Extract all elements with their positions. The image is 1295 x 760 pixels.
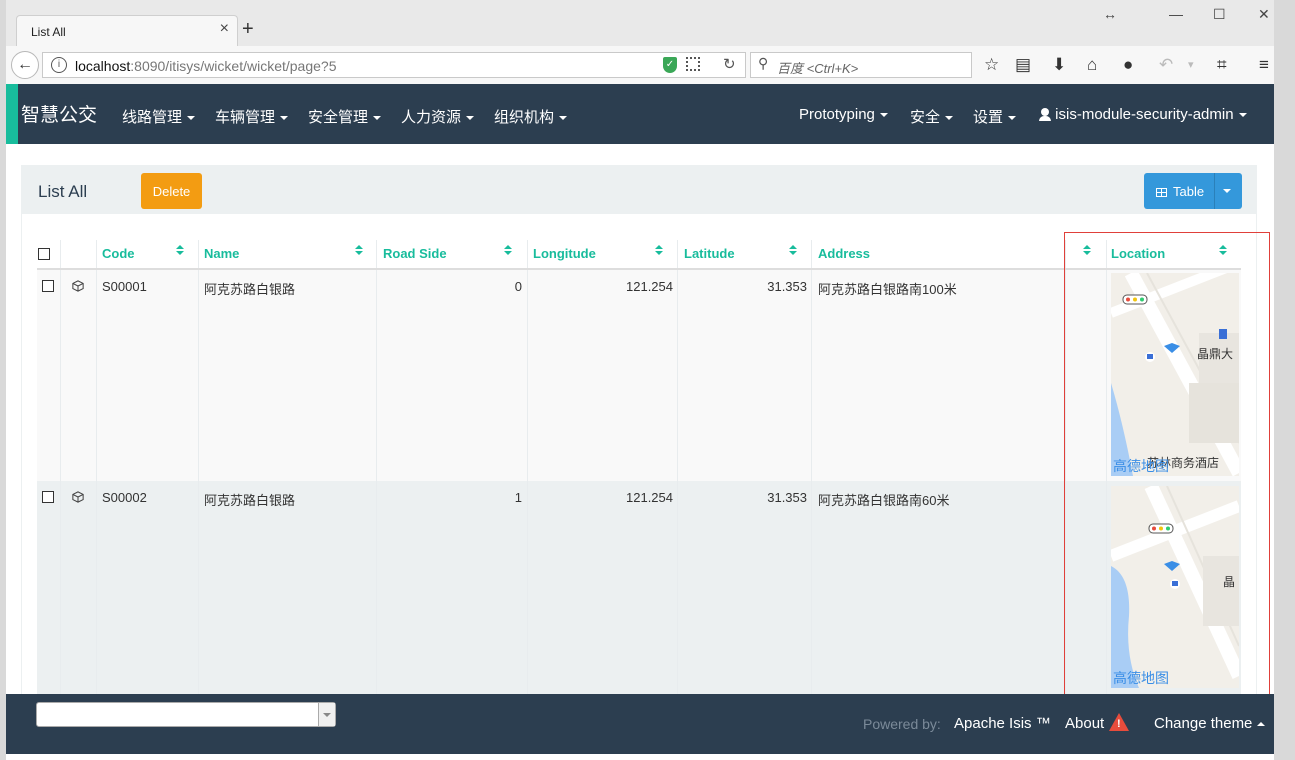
- menu-prototyping[interactable]: Prototyping: [799, 106, 888, 123]
- panel-header: List All Delete Table: [22, 166, 1256, 214]
- back-icon[interactable]: ←: [11, 51, 39, 79]
- reading-list-icon[interactable]: ▤: [1015, 55, 1031, 75]
- column-header-code[interactable]: Code: [102, 246, 135, 261]
- cell-longitude: 121.254: [626, 279, 673, 294]
- about-link[interactable]: About: [1065, 715, 1104, 732]
- menu-route-management[interactable]: 线路管理: [122, 106, 196, 127]
- url-bar[interactable]: i localhost:8090/itisys/wicket/wicket/pa…: [42, 52, 746, 78]
- browser-tab[interactable]: List All ×: [16, 15, 238, 46]
- sort-icon[interactable]: [789, 245, 797, 257]
- tab-strip: List All × + ↔ — ☐ ✕: [6, 0, 1274, 46]
- search-placeholder: 百度 <Ctrl+K>: [777, 61, 859, 76]
- cell-code[interactable]: S00001: [102, 279, 147, 294]
- caret-down-icon: [1008, 116, 1017, 121]
- menu-user[interactable]: isis-module-security-admin: [1039, 106, 1247, 123]
- caret-down-icon: [187, 116, 196, 121]
- tab-title: List All: [31, 25, 66, 39]
- menu-settings[interactable]: 设置: [973, 106, 1017, 127]
- cell-latitude: 31.353: [767, 279, 807, 294]
- cell-latitude: 31.353: [767, 490, 807, 505]
- warning-mark: !: [1117, 718, 1121, 730]
- info-icon[interactable]: i: [51, 57, 67, 73]
- menu-security[interactable]: 安全: [910, 106, 954, 127]
- caret-down-icon: [1238, 113, 1247, 118]
- new-tab-icon[interactable]: +: [242, 19, 254, 39]
- sort-icon[interactable]: [355, 245, 363, 257]
- location-highlight-box: [1064, 232, 1270, 696]
- cell-name: 阿克苏路白银路: [204, 282, 296, 297]
- search-icon: ⚲: [758, 55, 769, 71]
- caret-down-icon: [559, 116, 568, 121]
- cell-road-side: 0: [514, 279, 522, 294]
- close-icon[interactable]: ×: [220, 20, 229, 38]
- home-icon[interactable]: ⌂: [1087, 55, 1097, 75]
- row-checkbox[interactable]: [42, 280, 54, 292]
- cell-address: 阿克苏路白银路南100米: [818, 282, 957, 297]
- caret-down-icon: [879, 113, 888, 118]
- select-all-checkbox[interactable]: [38, 248, 50, 260]
- table-view-button[interactable]: Table: [1144, 173, 1242, 209]
- table-row: [37, 481, 1241, 694]
- menu-safety-management[interactable]: 安全管理: [308, 106, 382, 127]
- accent-bar: [6, 84, 18, 144]
- table-row: [37, 270, 1241, 481]
- caret-down-icon: [280, 116, 289, 121]
- menu-human-resources[interactable]: 人力资源: [401, 106, 475, 127]
- sort-icon[interactable]: [655, 245, 663, 257]
- minimize-icon[interactable]: —: [1169, 6, 1183, 22]
- app-navbar: 智慧公交 线路管理 车辆管理 安全管理 人力资源 组织机构 Prototypin…: [6, 84, 1274, 144]
- user-icon: [1039, 108, 1051, 121]
- window-close-icon[interactable]: ✕: [1258, 6, 1270, 23]
- qr-code-icon[interactable]: [686, 57, 700, 71]
- cell-name: 阿克苏路白银路: [204, 493, 296, 508]
- caret-down-icon: [945, 116, 954, 121]
- menu-icon[interactable]: ≡: [1259, 55, 1269, 75]
- resize-icon[interactable]: ↔: [1103, 6, 1117, 22]
- column-header-latitude[interactable]: Latitude: [684, 246, 735, 261]
- column-header-longitude[interactable]: Longitude: [533, 246, 596, 261]
- delete-button[interactable]: Delete: [141, 173, 202, 209]
- menu-vehicle-management[interactable]: 车辆管理: [215, 106, 289, 127]
- cube-icon[interactable]: [72, 491, 84, 503]
- table-icon: [1156, 188, 1167, 197]
- caret-down-icon: [373, 116, 382, 121]
- theme-select[interactable]: [36, 702, 336, 727]
- browser-toolbar: ← i localhost:8090/itisys/wicket/wicket/…: [6, 46, 1274, 85]
- caret-down-icon: [466, 116, 475, 121]
- menu-organization[interactable]: 组织机构: [494, 106, 568, 127]
- cell-code[interactable]: S00002: [102, 490, 147, 505]
- row-checkbox[interactable]: [42, 491, 54, 503]
- sort-icon[interactable]: [176, 245, 184, 257]
- footer: Powered by: Apache Isis ™ About ! Change…: [6, 694, 1274, 754]
- cell-longitude: 121.254: [626, 490, 673, 505]
- caret-up-icon: [1257, 722, 1266, 727]
- apache-isis-link[interactable]: Apache Isis ™: [954, 715, 1051, 732]
- caret-down-icon[interactable]: [1223, 189, 1231, 193]
- column-header-road-side[interactable]: Road Side: [383, 246, 447, 261]
- undo-dropdown-icon[interactable]: ▾: [1188, 55, 1194, 75]
- shield-icon[interactable]: ✓: [663, 57, 677, 73]
- chevron-down-icon[interactable]: [318, 703, 335, 726]
- crop-icon[interactable]: ⌗: [1217, 55, 1227, 75]
- sort-icon[interactable]: [504, 245, 512, 257]
- reload-icon[interactable]: ↻: [723, 55, 736, 73]
- cell-address: 阿克苏路白银路南60米: [818, 493, 950, 508]
- cube-icon[interactable]: [72, 280, 84, 292]
- undo-icon[interactable]: ↶: [1159, 55, 1173, 75]
- download-icon[interactable]: ⬇: [1052, 55, 1066, 75]
- chat-icon[interactable]: ●: [1123, 55, 1133, 75]
- search-input[interactable]: ⚲ 百度 <Ctrl+K>: [750, 52, 972, 78]
- bookmark-star-icon[interactable]: ☆: [984, 55, 999, 75]
- change-theme-link[interactable]: Change theme: [1154, 715, 1266, 732]
- column-header-address[interactable]: Address: [818, 246, 870, 261]
- url-text[interactable]: localhost:8090/itisys/wicket/wicket/page…: [75, 58, 336, 74]
- column-header-name[interactable]: Name: [204, 246, 239, 261]
- cell-road-side: 1: [514, 490, 522, 505]
- brand[interactable]: 智慧公交: [21, 100, 97, 127]
- browser-window: List All × + ↔ — ☐ ✕ ← i localhost:8090/…: [6, 0, 1274, 760]
- maximize-icon[interactable]: ☐: [1213, 6, 1226, 23]
- powered-by-label: Powered by:: [863, 716, 941, 732]
- panel-title: List All: [38, 182, 88, 201]
